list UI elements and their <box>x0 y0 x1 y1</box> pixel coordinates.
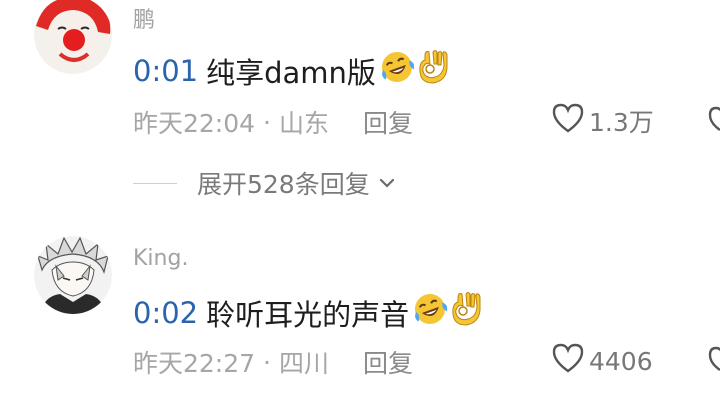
meta-separator: · <box>263 107 271 137</box>
username[interactable]: King. <box>133 246 188 271</box>
dislike-icon[interactable] <box>708 344 720 374</box>
comment-date: 昨天22:27 <box>133 349 256 378</box>
avatar[interactable] <box>34 0 112 74</box>
laughing-tears-emoji-icon <box>380 50 415 91</box>
comment-text: 0:01 纯享damn版 <box>133 48 450 93</box>
laughing-tears-emoji-icon <box>413 292 448 333</box>
comment-location: 四川 <box>279 349 330 378</box>
video-timestamp-link[interactable]: 0:01 <box>133 54 198 88</box>
chevron-down-icon <box>376 172 398 194</box>
comment-text: 0:02 聆听耳光的声音 <box>133 290 483 335</box>
comment-date: 昨天22:04 <box>133 109 256 138</box>
ok-hand-emoji-icon <box>449 290 483 335</box>
dislike-icon[interactable] <box>708 104 720 134</box>
ok-hand-emoji-icon <box>416 48 450 93</box>
username[interactable]: 鹏 <box>133 2 155 34</box>
comment-meta: 昨天22:04 · 山东 回复 <box>133 104 413 140</box>
comment-meta: 昨天22:27 · 四川 回复 <box>133 344 413 380</box>
reply-button[interactable]: 回复 <box>363 104 413 140</box>
expand-replies-button[interactable]: 展开528条回复 <box>133 165 398 201</box>
reply-button[interactable]: 回复 <box>363 344 413 380</box>
divider <box>133 182 177 184</box>
heart-outline-icon <box>551 102 589 140</box>
expand-replies-label: 展开528条回复 <box>197 170 370 199</box>
comment-location: 山东 <box>279 109 330 138</box>
like-button[interactable]: 1.3万 <box>551 102 654 140</box>
video-timestamp-link[interactable]: 0:02 <box>133 296 198 330</box>
meta-separator: · <box>263 347 271 377</box>
avatar[interactable] <box>34 236 112 314</box>
heart-outline-icon <box>551 342 589 380</box>
like-count: 1.3万 <box>589 108 654 137</box>
comment-body: 纯享damn版 <box>206 55 376 90</box>
like-count: 4406 <box>589 346 653 376</box>
like-button[interactable]: 4406 <box>551 342 653 380</box>
comment-body: 聆听耳光的声音 <box>206 297 410 332</box>
